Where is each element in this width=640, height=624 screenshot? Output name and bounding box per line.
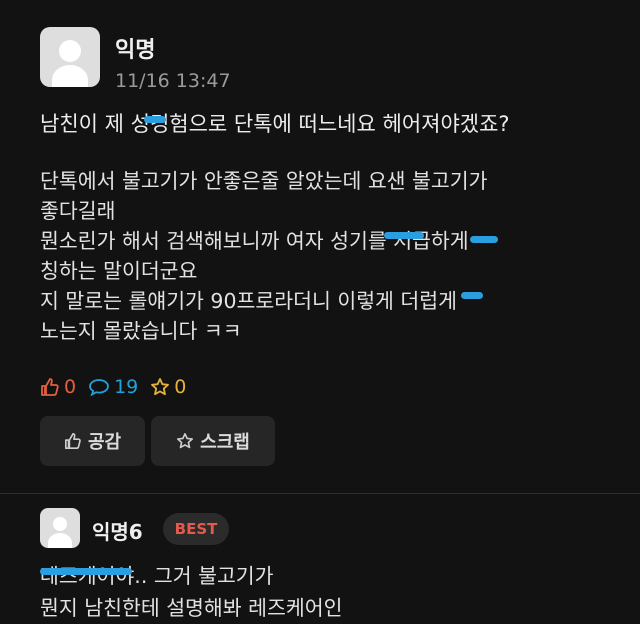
redaction-mark bbox=[461, 292, 483, 299]
comment-line: 뭔지 남친한테 설명해봐 레즈케어인 bbox=[40, 596, 343, 620]
divider bbox=[0, 493, 640, 494]
post-time: 11/16 13:47 bbox=[115, 70, 231, 92]
comment-author: 익명6 bbox=[92, 520, 143, 544]
thumbs-up-icon bbox=[64, 432, 81, 450]
scrap-button[interactable]: 스크랩 bbox=[151, 416, 275, 466]
post-stats: 0 19 0 bbox=[40, 376, 198, 398]
best-badge: BEST bbox=[163, 513, 229, 545]
scrap-count: 0 bbox=[150, 376, 186, 398]
thumbs-up-icon bbox=[41, 378, 59, 396]
comment-line: 레즈케어야.. 그거 불고기가 bbox=[40, 564, 274, 588]
like-button-label: 공감 bbox=[87, 432, 122, 453]
post-body-line: 칭하는 말이더군요 bbox=[40, 259, 198, 283]
post-body-line: 노는지 몰랐습니다 ㅋㅋ bbox=[40, 319, 242, 343]
like-button[interactable]: 공감 bbox=[40, 416, 145, 466]
post-body-line: 단톡에서 불고기가 안좋은줄 알았는데 요샌 불고기가 bbox=[40, 169, 488, 193]
star-icon bbox=[177, 432, 194, 449]
redaction-mark bbox=[40, 568, 132, 575]
author-avatar bbox=[40, 27, 100, 87]
star-icon bbox=[151, 378, 170, 396]
comment-icon bbox=[89, 379, 109, 397]
post-body-line: 뭔소린가 해서 검색해보니까 여자 성기를 저급하게 bbox=[40, 229, 469, 253]
comment-count: 19 bbox=[88, 376, 138, 398]
post-body-line: 좋다길래 bbox=[40, 199, 116, 223]
post-body: 단톡에서 불고기가 안좋은줄 알았는데 요샌 불고기가 좋다길래 뭔소린가 해서… bbox=[40, 166, 488, 346]
like-count: 0 bbox=[40, 376, 76, 398]
comment-avatar bbox=[40, 508, 80, 548]
post-author: 익명 bbox=[115, 38, 156, 63]
post-title: 남친이 제 성경험으로 단톡에 떠느네요 헤어져야겠죠? bbox=[40, 112, 510, 136]
post-body-line: 지 말로는 롤얘기가 90프로라더니 이렇게 더럽게 bbox=[40, 289, 458, 313]
redaction-mark bbox=[470, 236, 498, 243]
redaction-mark bbox=[384, 232, 424, 239]
redaction-mark bbox=[144, 116, 166, 123]
scrap-button-label: 스크랩 bbox=[200, 432, 250, 453]
